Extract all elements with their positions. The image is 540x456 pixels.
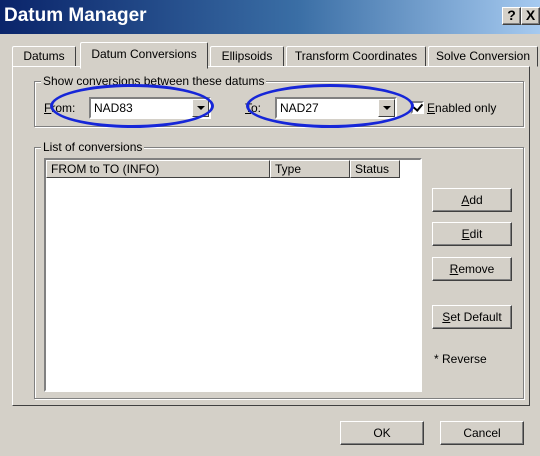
help-button[interactable]: ? (502, 7, 521, 25)
edit-button[interactable]: Edit (432, 222, 512, 246)
enabled-only-label[interactable]: Enabled only (427, 101, 496, 115)
window-title: Datum Manager (4, 5, 147, 26)
reverse-note: * Reverse (434, 352, 487, 366)
set-default-button[interactable]: Set Default (432, 305, 512, 329)
tab-solve-conversion[interactable]: Solve Conversion (428, 46, 538, 67)
to-datum-combo[interactable]: NAD27 (275, 97, 397, 119)
tab-transform-coordinates[interactable]: Transform Coordinates (286, 46, 426, 67)
from-datum-combo[interactable]: NAD83 (89, 97, 211, 119)
datum-filter-legend: Show conversions between these datums (41, 74, 267, 88)
add-button[interactable]: Add (432, 188, 512, 212)
datum-manager-window: Datum Manager ? X Datums Datum Conversio… (0, 0, 540, 456)
close-button[interactable]: X (521, 7, 540, 25)
datum-filter-group: Show conversions between these datums Fr… (34, 74, 524, 127)
to-label: To: (245, 101, 262, 115)
tab-strip: Datums Datum Conversions Ellipsoids Tran… (12, 42, 538, 69)
conversions-list[interactable]: FROM to TO (INFO) Type Status (44, 158, 422, 392)
tab-datums[interactable]: Datums (12, 46, 76, 67)
ok-button[interactable]: OK (340, 421, 424, 445)
conversions-legend: List of conversions (41, 140, 145, 154)
from-datum-value: NAD83 (94, 101, 133, 115)
from-label: From: (44, 101, 76, 115)
tab-datum-conversions[interactable]: Datum Conversions (80, 42, 208, 69)
to-datum-value: NAD27 (280, 101, 319, 115)
chevron-down-icon[interactable] (378, 99, 395, 117)
column-header-status[interactable]: Status (350, 160, 400, 178)
datum-conversions-panel: Show conversions between these datums Fr… (12, 66, 530, 406)
tab-ellipsoids[interactable]: Ellipsoids (210, 46, 284, 67)
column-header-from-to[interactable]: FROM to TO (INFO) (46, 160, 270, 178)
chevron-down-icon[interactable] (192, 99, 209, 117)
conversions-group: List of conversions FROM to TO (INFO) Ty… (34, 140, 524, 399)
cancel-button[interactable]: Cancel (440, 421, 524, 445)
column-header-type[interactable]: Type (270, 160, 350, 178)
title-bar[interactable]: Datum Manager ? X (0, 0, 540, 34)
remove-button[interactable]: Remove (432, 257, 512, 281)
enabled-only-checkbox[interactable] (411, 101, 424, 114)
